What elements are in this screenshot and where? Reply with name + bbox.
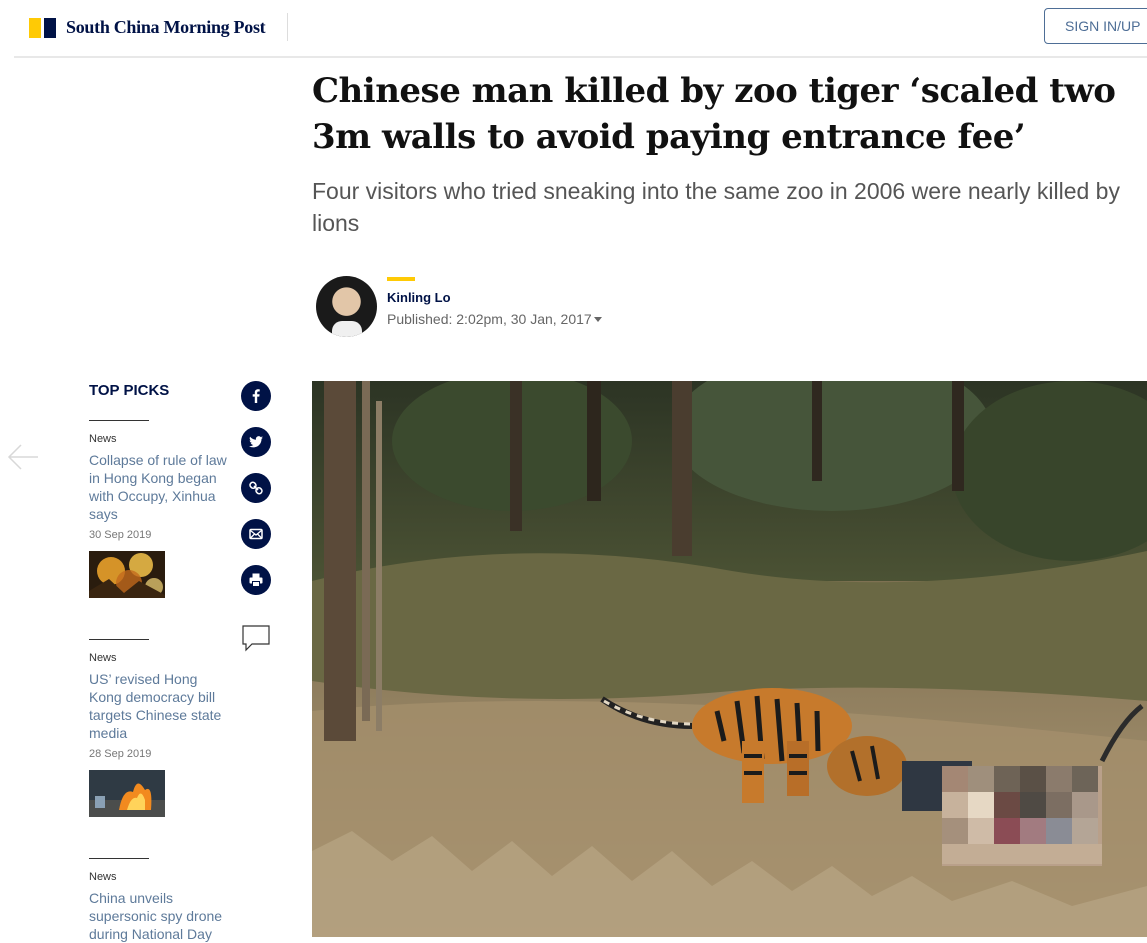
article-subheadline: Four visitors who tried sneaking into th… <box>312 178 1120 236</box>
email-icon[interactable] <box>241 519 271 549</box>
pick-date: 28 Sep 2019 <box>89 748 152 760</box>
header-rule <box>14 56 1147 58</box>
chevron-down-icon[interactable] <box>594 317 602 322</box>
divider <box>89 420 149 421</box>
pick-category: News <box>89 433 117 445</box>
sign-in-button[interactable]: SIGN IN/UP <box>1044 8 1147 44</box>
pick-date: 30 Sep 2019 <box>89 529 152 541</box>
list-item[interactable]: News US’ revised Hong Kong democracy bil… <box>89 639 229 822</box>
arrow-left-icon[interactable] <box>6 442 40 472</box>
divider <box>89 639 149 640</box>
pick-title-link[interactable]: China unveils supersonic spy drone durin… <box>89 889 229 943</box>
link-icon[interactable] <box>241 473 271 503</box>
published-date[interactable]: Published: 2:02pm, 30 Jan, 2017 <box>387 311 592 327</box>
header-divider <box>287 13 288 41</box>
pick-thumbnail[interactable] <box>89 551 165 598</box>
article-main-image[interactable] <box>312 381 1147 937</box>
top-picks-title: TOP PICKS <box>89 382 170 399</box>
article-headline: Chinese man killed by zoo tiger ‘scaled … <box>312 71 1116 157</box>
facebook-icon[interactable] <box>241 381 271 411</box>
pick-thumbnail[interactable] <box>89 770 165 817</box>
pick-title-link[interactable]: Collapse of rule of law in Hong Kong beg… <box>89 451 229 523</box>
site-header: South China Morning Post SIGN IN/UP <box>0 0 1147 57</box>
pick-title-link[interactable]: US’ revised Hong Kong democracy bill tar… <box>89 670 229 742</box>
brand-name: South China Morning Post <box>66 17 266 37</box>
twitter-icon[interactable] <box>241 427 271 457</box>
pick-category: News <box>89 871 117 883</box>
author-avatar[interactable] <box>316 276 377 337</box>
author-name[interactable]: Kinling Lo <box>387 290 451 305</box>
divider <box>89 858 149 859</box>
print-icon[interactable] <box>241 565 271 595</box>
site-logo[interactable]: South China Morning Post <box>29 17 266 38</box>
logo-mark-icon <box>29 17 56 38</box>
comment-icon[interactable] <box>242 624 270 652</box>
list-item[interactable]: News China unveils supersonic spy drone … <box>89 858 229 943</box>
author-accent-bar <box>387 277 415 281</box>
list-item[interactable]: News Collapse of rule of law in Hong Kon… <box>89 420 229 603</box>
pick-category: News <box>89 652 117 664</box>
